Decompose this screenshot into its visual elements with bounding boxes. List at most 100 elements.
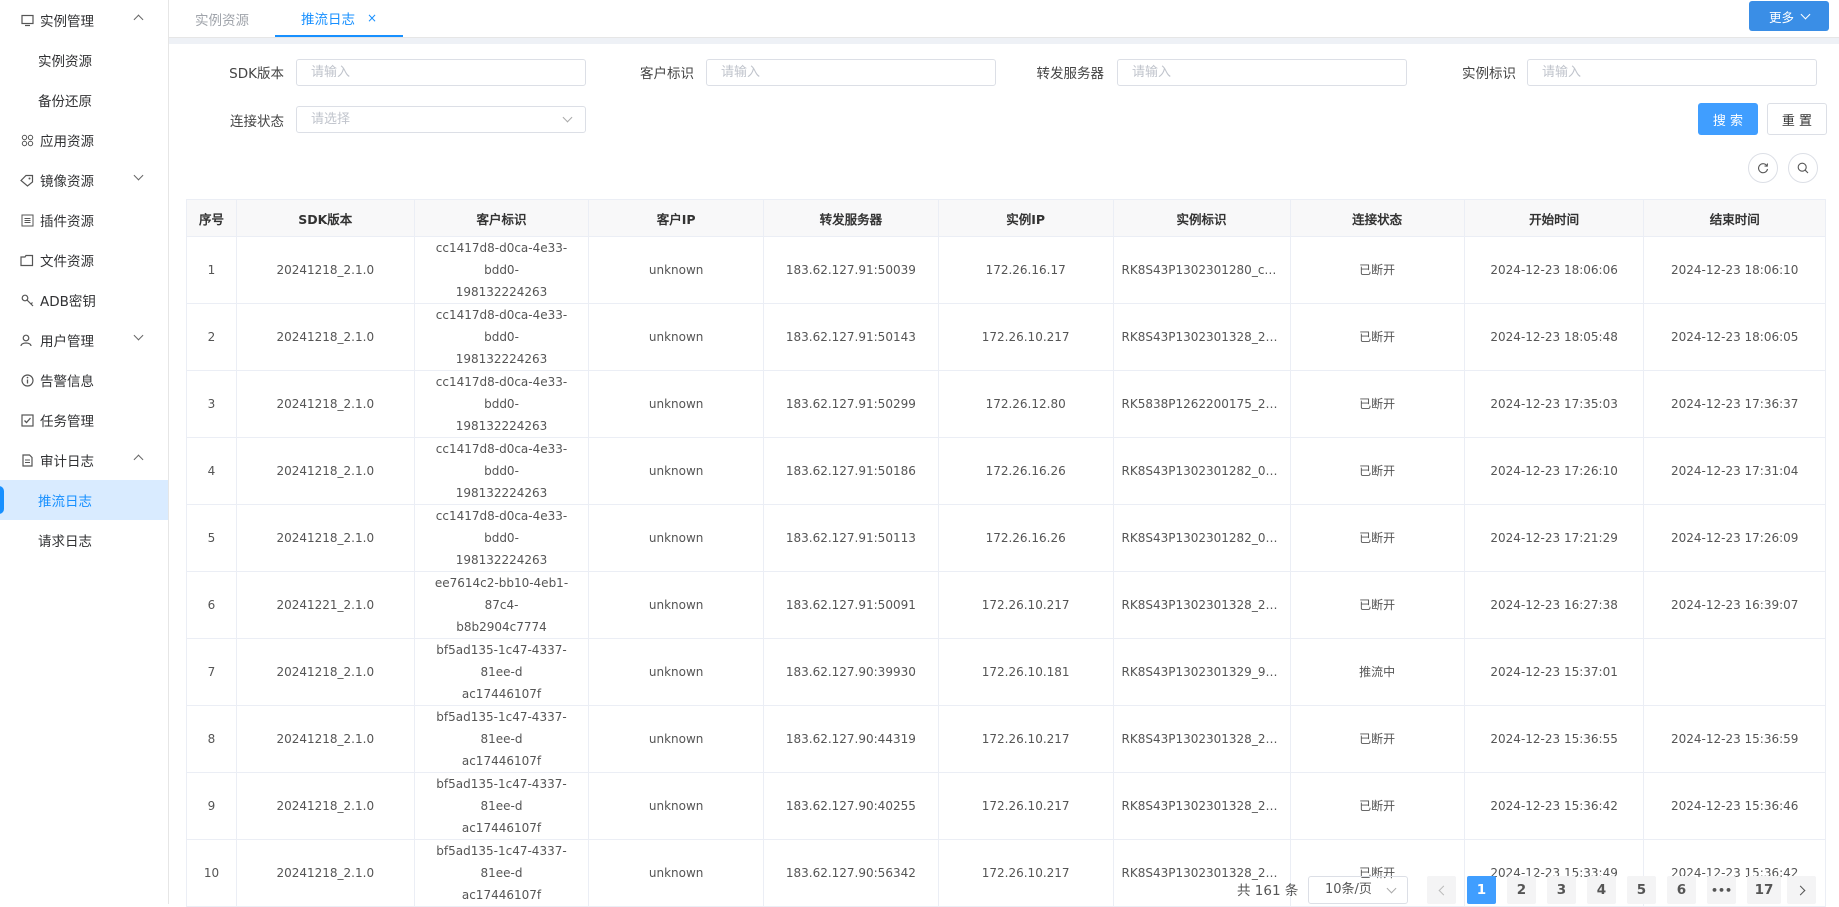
sidebar-item-audit-log[interactable]: 审计日志 xyxy=(0,440,168,480)
cell-text: 已断开 xyxy=(1359,263,1396,277)
page-button-1[interactable]: 1 xyxy=(1467,876,1496,904)
cell-text: 9 xyxy=(207,799,216,813)
table-cell: RK8S43P1302301328_23b7... xyxy=(1113,772,1291,840)
sidebar-item-label: 插件资源 xyxy=(40,214,94,230)
connection-status-select[interactable]: 请选择 xyxy=(296,106,586,133)
table-cell: 20241218_2.1.0 xyxy=(236,772,415,840)
table-cell: 183.62.127.91:50039 xyxy=(763,236,939,304)
table-cell: unknown xyxy=(588,437,764,505)
sidebar-item-alerts[interactable]: 告警信息 xyxy=(0,360,168,400)
table-cell: cc1417d8-d0ca-4e33-bdd0- 198132224263 xyxy=(414,236,590,304)
instance-id-input[interactable]: 请输入 xyxy=(1527,59,1817,86)
sidebar-item-instance-resources[interactable]: 实例资源 xyxy=(0,40,168,80)
more-button[interactable]: 更多 xyxy=(1749,1,1829,31)
audit-icon xyxy=(20,453,34,467)
page-button-4[interactable]: 4 xyxy=(1587,876,1616,904)
table-cell: 183.62.127.90:39930 xyxy=(763,638,939,706)
table-cell: 20241218_2.1.0 xyxy=(236,638,415,706)
table-row: 4 20241218_2.1.0 cc1417d8-d0ca-4e33-bdd0- … xyxy=(186,437,1826,505)
cell-text: ee7614c2-bb10-4eb1-87c4- b8b2904c7774 xyxy=(434,576,569,634)
cell-text: unknown xyxy=(648,464,704,478)
sidebar-item-task-mgmt[interactable]: 任务管理 xyxy=(0,400,168,440)
table-cell: 2024-12-23 17:31:04 xyxy=(1643,437,1826,505)
cell-text: 已断开 xyxy=(1359,330,1396,344)
sidebar-item-label: 镜像资源 xyxy=(40,174,94,190)
cell-text: RK8S43P1302301329_9392... xyxy=(1121,665,1282,680)
page-ellipsis-button[interactable]: ••• xyxy=(1707,876,1736,904)
cell-text: 2024-12-23 18:06:10 xyxy=(1670,263,1799,277)
table-cell: 2024-12-23 15:36:46 xyxy=(1643,772,1826,840)
reset-button[interactable]: 重 置 xyxy=(1767,103,1827,135)
table-cell: 183.62.127.91:50186 xyxy=(763,437,939,505)
cell-text: bf5ad135-1c47-4337-81ee-d ac17446107f xyxy=(436,643,567,701)
col-header: 开始时间 xyxy=(1463,199,1645,237)
sidebar-item-app-resources[interactable]: 应用资源 xyxy=(0,120,168,160)
cell-text: 20241218_2.1.0 xyxy=(276,665,375,679)
tab-stream-log[interactable]: 推流日志 × xyxy=(275,0,404,37)
sidebar-item-backup-restore[interactable]: 备份还原 xyxy=(0,80,168,120)
page-button-17[interactable]: 17 xyxy=(1747,876,1781,904)
search-icon xyxy=(1797,162,1809,174)
search-toggle-button[interactable] xyxy=(1788,153,1818,183)
close-icon[interactable]: × xyxy=(367,11,377,25)
sidebar-item-instance-mgmt[interactable]: 实例管理 xyxy=(0,0,168,40)
cell-text: unknown xyxy=(648,799,704,813)
cell-text: 2024-12-23 17:26:10 xyxy=(1490,464,1618,478)
cell-text: 183.62.127.91:50039 xyxy=(785,263,916,277)
page-button-5[interactable]: 5 xyxy=(1627,876,1656,904)
page-size-select[interactable]: 10条/页 xyxy=(1308,876,1408,904)
cell-text: 183.62.127.91:50186 xyxy=(785,464,916,478)
sidebar-item-file-resources[interactable]: 文件资源 xyxy=(0,240,168,280)
table-cell: 1 xyxy=(186,236,237,304)
table-cell: unknown xyxy=(588,504,764,572)
chevron-down-icon xyxy=(1800,9,1811,19)
sidebar-item-stream-log[interactable]: 推流日志 xyxy=(0,480,168,520)
cell-text: 6 xyxy=(207,598,216,612)
tabs-bar: 实例资源 推流日志 × 更多 xyxy=(169,0,1839,38)
table-cell: unknown xyxy=(588,705,764,773)
sidebar-item-user-mgmt[interactable]: 用户管理 xyxy=(0,320,168,360)
cell-text: unknown xyxy=(648,732,704,746)
cell-text: 3 xyxy=(207,397,216,411)
col-header: 客户IP xyxy=(588,199,764,237)
cell-text: 172.26.10.217 xyxy=(981,799,1070,813)
table-cell: 已断开 xyxy=(1290,437,1465,505)
cell-text: unknown xyxy=(648,866,704,880)
cell-text: 已断开 xyxy=(1359,531,1396,545)
cell-text: 2024-12-23 17:35:03 xyxy=(1490,397,1618,411)
search-button[interactable]: 搜 索 xyxy=(1698,103,1758,135)
page-button-6[interactable]: 6 xyxy=(1667,876,1696,904)
sidebar-item-image-resources[interactable]: 镜像资源 xyxy=(0,160,168,200)
next-page-button[interactable] xyxy=(1787,876,1816,904)
client-id-input[interactable]: 请输入 xyxy=(706,59,996,86)
user-icon xyxy=(20,333,34,347)
page-button-2[interactable]: 2 xyxy=(1507,876,1536,904)
prev-page-button[interactable] xyxy=(1427,876,1456,904)
tab-instance-resources[interactable]: 实例资源 xyxy=(169,0,275,37)
sidebar-item-adb-key[interactable]: ADB密钥 xyxy=(0,280,168,320)
relay-server-input[interactable]: 请输入 xyxy=(1117,59,1407,86)
cell-text: 已断开 xyxy=(1359,732,1396,746)
sidebar-item-plugin-resources[interactable]: 插件资源 xyxy=(0,200,168,240)
sidebar-item-label: 应用资源 xyxy=(40,134,94,150)
table-header-row: 序号 SDK版本 客户标识 客户IP 转发服务器 实例IP 实例标识 连接状态 … xyxy=(186,199,1826,237)
table-cell: bf5ad135-1c47-4337-81ee-d ac17446107f xyxy=(414,638,590,706)
table-cell: 已断开 xyxy=(1290,772,1465,840)
table-cell: RK8S43P1302301328_23b7... xyxy=(1113,571,1291,639)
sdk-version-label: SDK版本 xyxy=(229,66,284,82)
cell-text: 2024-12-23 15:36:59 xyxy=(1670,732,1799,746)
cell-text: 172.26.10.217 xyxy=(981,866,1070,880)
sdk-version-input[interactable]: 请输入 xyxy=(296,59,586,86)
cell-text: 2024-12-23 16:27:38 xyxy=(1490,598,1618,612)
sidebar-item-request-log[interactable]: 请求日志 xyxy=(0,520,168,560)
cell-text: cc1417d8-d0ca-4e33-bdd0- 198132224263 xyxy=(435,509,568,567)
cell-text: RK5838P1262200175_2dcc... xyxy=(1121,397,1282,412)
cell-text: 10 xyxy=(203,866,220,880)
page-button-3[interactable]: 3 xyxy=(1547,876,1576,904)
cell-text: 已断开 xyxy=(1359,598,1396,612)
cell-text: bf5ad135-1c47-4337-81ee-d ac17446107f xyxy=(436,710,567,768)
table-cell: unknown xyxy=(588,571,764,639)
select-placeholder: 请选择 xyxy=(311,112,351,127)
refresh-button[interactable] xyxy=(1748,153,1778,183)
sidebar-item-label: 用户管理 xyxy=(40,334,94,350)
